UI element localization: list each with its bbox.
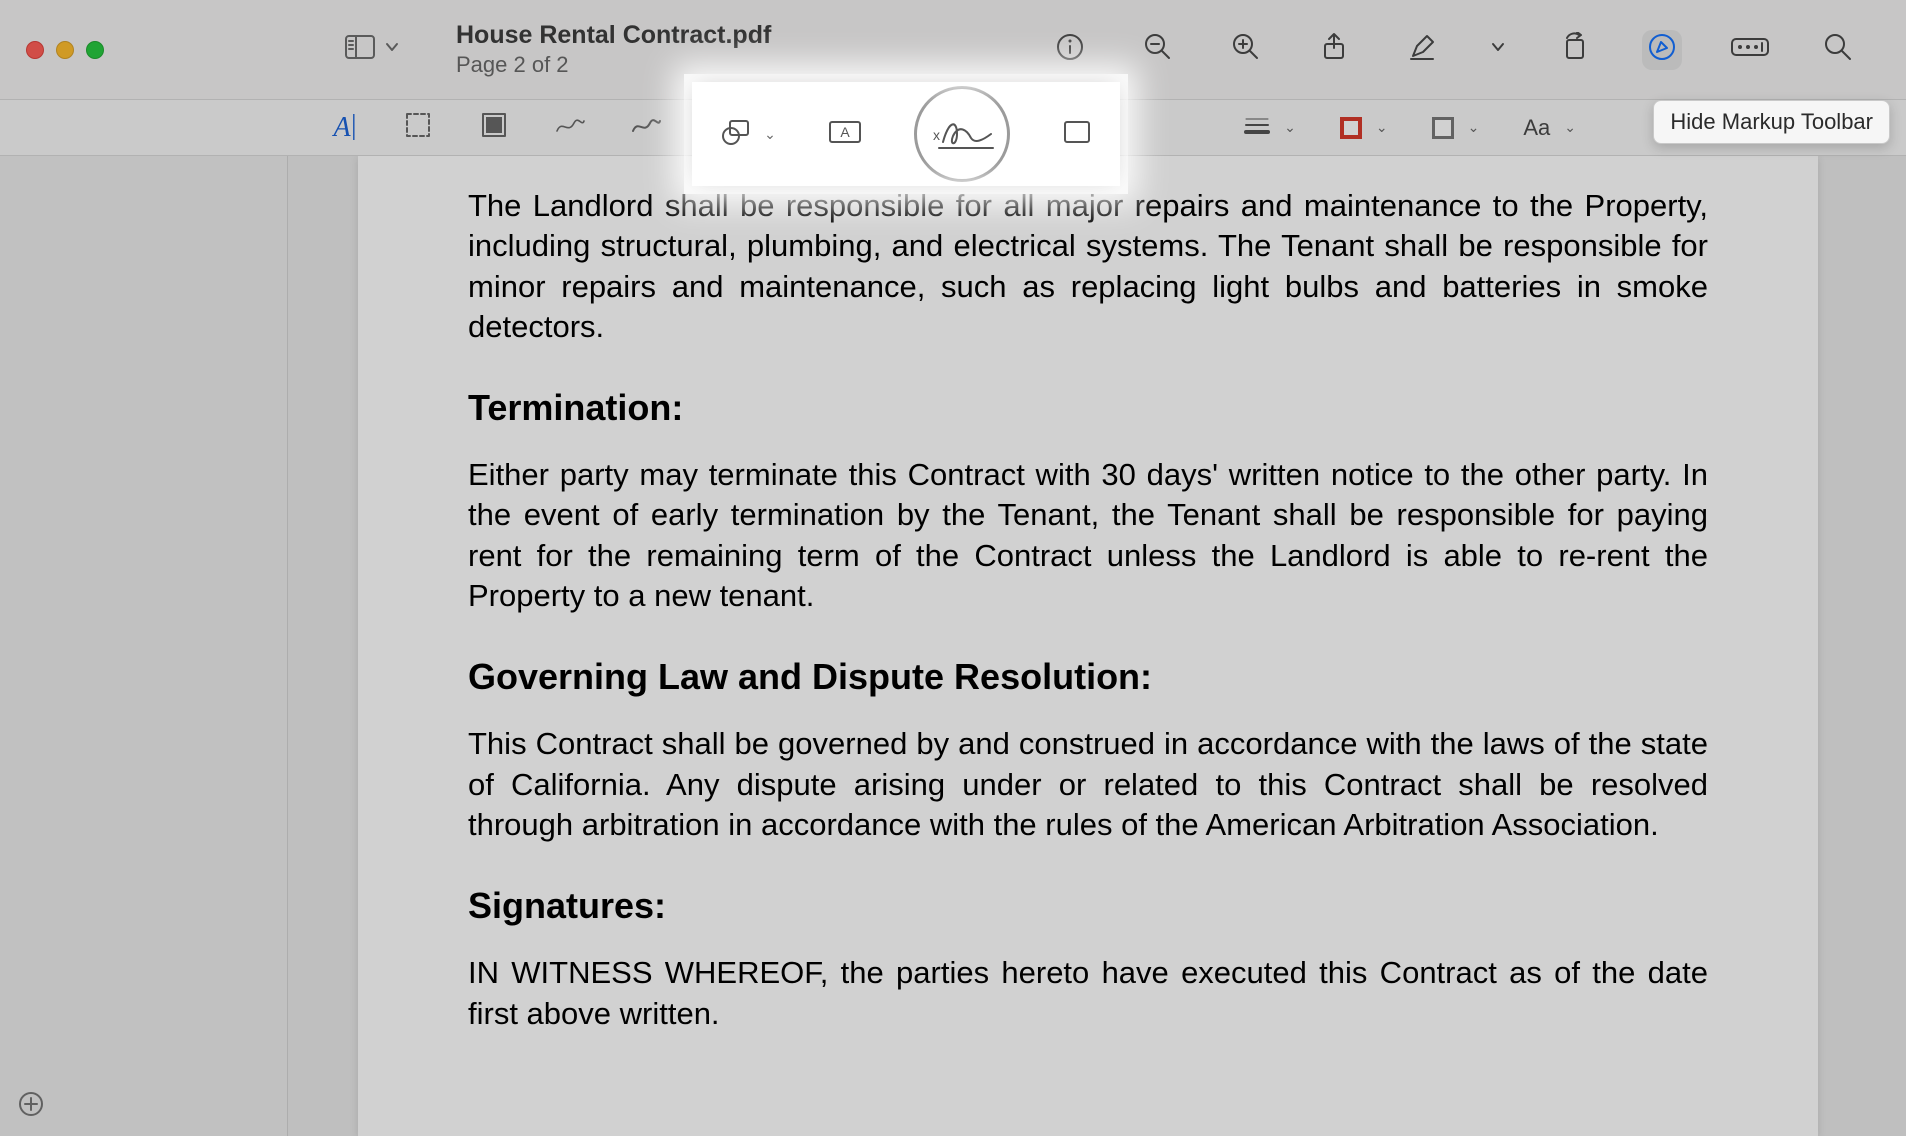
textbox-tool[interactable]: A (828, 120, 862, 149)
shapes-tool[interactable]: ⌄ (720, 118, 776, 151)
fullscreen-window-button[interactable] (86, 41, 104, 59)
sketch-icon (554, 113, 586, 142)
highlight-icon (1407, 32, 1437, 67)
svg-text:A: A (840, 124, 850, 140)
heading-termination: Termination: (468, 387, 1708, 429)
text-selection-icon: A (333, 112, 350, 144)
fill-color-icon (1432, 117, 1454, 139)
vertical-scrollbar[interactable] (1888, 156, 1906, 1136)
border-color-button[interactable]: ⌄ (1340, 117, 1388, 139)
heading-governing: Governing Law and Dispute Resolution: (468, 656, 1708, 698)
page-indicator: Page 2 of 2 (456, 52, 771, 78)
shapes-icon (720, 118, 752, 151)
share-icon (1319, 32, 1349, 67)
minimize-window-button[interactable] (56, 41, 74, 59)
svg-text:x: x (933, 127, 940, 143)
title-stack: House Rental Contract.pdf Page 2 of 2 (456, 21, 771, 78)
chevron-down-icon: ⌄ (1564, 119, 1576, 136)
tooltip: Hide Markup Toolbar (1653, 100, 1890, 144)
paragraph-signatures: IN WITNESS WHEREOF, the parties hereto h… (468, 953, 1708, 1034)
note-tool[interactable] (1062, 119, 1092, 150)
zoom-in-icon (1231, 32, 1261, 67)
pdf-page: The Landlord shall be responsible for al… (358, 156, 1818, 1136)
text-style-icon: Aa (1523, 115, 1550, 141)
rectangular-selection-tool[interactable] (402, 112, 434, 144)
zoom-out-button[interactable] (1138, 30, 1178, 70)
spotlight-region: ⌄ A x (692, 82, 1120, 186)
line-style-icon (1244, 115, 1270, 140)
chevron-down-icon (384, 39, 400, 60)
redact-tool[interactable] (478, 112, 510, 144)
add-page-icon (18, 1104, 44, 1121)
chevron-down-icon: ⌄ (1376, 119, 1388, 136)
sign-icon: x (927, 110, 997, 159)
sidebar-toggle-icon (344, 33, 376, 66)
textbox-icon: A (828, 120, 862, 149)
rotate-button[interactable] (1554, 30, 1594, 70)
text-selection-tool[interactable]: A (326, 112, 358, 144)
text-style-button[interactable]: Aa ⌄ (1523, 115, 1576, 141)
markup-tools-left: A (326, 112, 662, 144)
zoom-out-icon (1143, 32, 1173, 67)
search-icon (1823, 32, 1853, 67)
draw-icon (630, 113, 662, 142)
zoom-in-button[interactable] (1226, 30, 1266, 70)
document-title: House Rental Contract.pdf (456, 21, 771, 50)
markup-tools-right: ⌄ ⌄ ⌄ Aa ⌄ (1244, 115, 1576, 141)
chevron-down-icon[interactable] (1490, 39, 1506, 60)
share-button[interactable] (1314, 30, 1354, 70)
document-view[interactable]: The Landlord shall be responsible for al… (288, 156, 1906, 1136)
redact-icon (480, 111, 508, 144)
markup-toggle-button[interactable] (1642, 30, 1682, 70)
highlight-button[interactable] (1402, 30, 1442, 70)
form-icon (1730, 35, 1770, 64)
form-fields-button[interactable] (1730, 30, 1770, 70)
note-icon (1062, 119, 1092, 150)
tooltip-text: Hide Markup Toolbar (1670, 109, 1873, 134)
thumbnails-sidebar: House Rental C… (0, 100, 288, 1136)
close-window-button[interactable] (26, 41, 44, 59)
add-page-button[interactable] (18, 1091, 44, 1122)
chevron-down-icon: ⌄ (1284, 119, 1296, 136)
border-color-icon (1340, 117, 1362, 139)
heading-signatures: Signatures: (468, 885, 1708, 927)
sketch-tool[interactable] (554, 112, 586, 144)
rectangular-selection-icon (404, 111, 432, 144)
titlebar-tools (1050, 0, 1858, 99)
markup-icon (1647, 32, 1677, 67)
chevron-down-icon: ⌄ (764, 126, 776, 143)
fill-color-button[interactable]: ⌄ (1432, 117, 1480, 139)
line-style-button[interactable]: ⌄ (1244, 115, 1296, 140)
search-button[interactable] (1818, 30, 1858, 70)
paragraph-repairs: The Landlord shall be responsible for al… (468, 186, 1708, 347)
view-menu-button[interactable] (344, 33, 400, 66)
inspector-button[interactable] (1050, 30, 1090, 70)
rotate-icon (1559, 32, 1589, 67)
info-icon (1055, 32, 1085, 67)
window-controls (26, 41, 104, 59)
paragraph-governing: This Contract shall be governed by and c… (468, 724, 1708, 845)
sign-tool[interactable]: x (914, 86, 1010, 182)
draw-tool[interactable] (630, 112, 662, 144)
chevron-down-icon: ⌄ (1468, 119, 1480, 136)
paragraph-termination: Either party may terminate this Contract… (468, 455, 1708, 616)
